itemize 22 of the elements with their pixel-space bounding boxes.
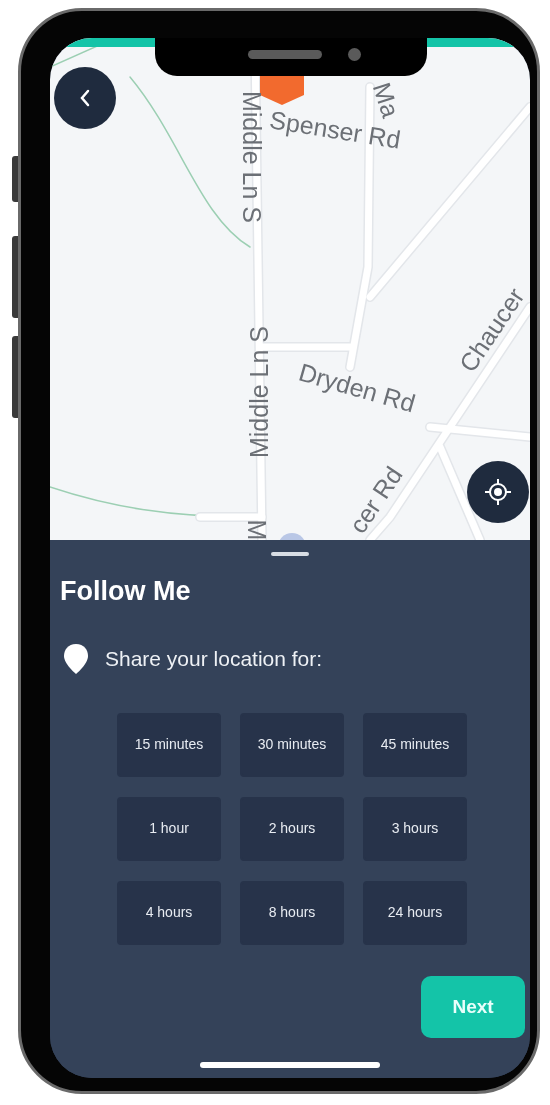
street-label: M [243, 519, 269, 540]
street-label: Ma [368, 79, 404, 121]
duration-option[interactable]: 45 minutes [363, 713, 467, 777]
duration-option[interactable]: 8 hours [240, 881, 344, 945]
locate-target-icon [484, 478, 512, 506]
share-prompt: Share your location for: [105, 647, 323, 671]
street-label: Middle Ln S [246, 326, 272, 458]
duration-option[interactable]: 15 minutes [117, 713, 221, 777]
street-label: Dryden Rd [296, 359, 418, 417]
duration-option[interactable]: 30 minutes [240, 713, 344, 777]
duration-option[interactable]: 4 hours [117, 881, 221, 945]
location-pin-icon [63, 643, 89, 675]
duration-option[interactable]: 24 hours [363, 881, 467, 945]
duration-option[interactable]: 2 hours [240, 797, 344, 861]
drag-handle[interactable] [271, 552, 309, 556]
duration-option[interactable]: 1 hour [117, 797, 221, 861]
duration-option[interactable]: 3 hours [363, 797, 467, 861]
sheet-title: Follow Me [60, 576, 192, 607]
camera-dot [348, 48, 361, 61]
street-label: Middle Ln S [238, 91, 264, 223]
street-label: cer Rd [345, 462, 407, 538]
locate-button[interactable] [467, 461, 529, 523]
